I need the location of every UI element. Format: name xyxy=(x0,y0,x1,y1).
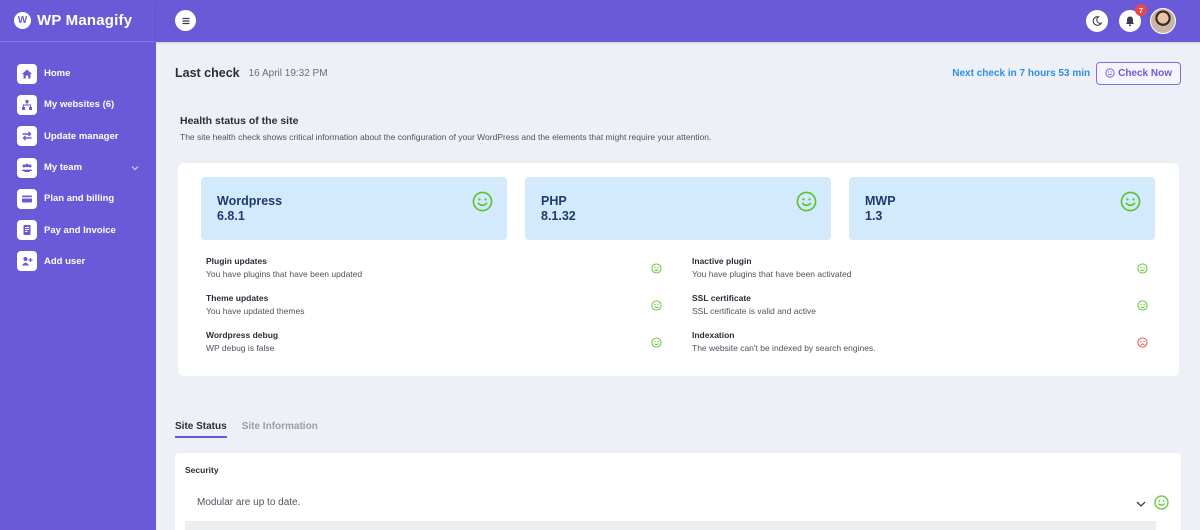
smile-good-icon xyxy=(1137,263,1148,274)
check-title: Inactive plugin xyxy=(692,256,752,266)
last-check-row: Last check 16 April 19:32 PM Next check … xyxy=(175,61,1181,85)
check-desc: You have plugins that have been activate… xyxy=(692,269,852,279)
sidebar-item-my-team[interactable]: My team xyxy=(0,152,156,183)
sidebar-item-label: My team xyxy=(44,162,83,174)
hamburger-icon xyxy=(182,17,189,24)
tile-mwp: MWP 1.3 xyxy=(849,177,1155,240)
tile-name: PHP xyxy=(541,194,567,208)
smile-good-icon xyxy=(796,191,817,212)
check-desc: The website can't be indexed by search e… xyxy=(692,343,876,353)
check-desc: You have plugins that have been updated xyxy=(206,269,363,279)
sidebar-item-add-user[interactable]: Add user xyxy=(0,246,156,277)
notifications-badge: 7 xyxy=(1135,4,1147,16)
smile-good-icon xyxy=(1120,191,1141,212)
last-check-title: Last check xyxy=(175,66,240,80)
last-check-date: 16 April 19:32 PM xyxy=(248,67,328,79)
topbar: 7 xyxy=(156,0,1200,42)
brand-name: WP Managify xyxy=(37,12,133,29)
smile-good-icon xyxy=(472,191,493,212)
check-title: Plugin updates xyxy=(206,256,267,266)
check-now-button[interactable]: Check Now xyxy=(1096,61,1181,85)
brand[interactable]: W WP Managify xyxy=(0,0,156,42)
brand-logo: W xyxy=(14,12,31,29)
smile-good-icon xyxy=(651,263,662,274)
tile-name: Wordpress xyxy=(217,194,283,208)
sidebar: W WP Managify Home My websites (6) Updat… xyxy=(0,0,156,530)
sitemap-icon xyxy=(17,94,37,115)
sidebar-item-pay-and-invoice[interactable]: Pay and Invoice xyxy=(0,214,156,245)
dark-mode-toggle-button[interactable] xyxy=(1086,10,1108,32)
site-status-card: Security Modular are up to date. xyxy=(175,453,1181,530)
tile-version: 1.3 xyxy=(865,209,883,223)
smile-good-icon xyxy=(1154,495,1169,510)
tile-wordpress: Wordpress 6.8.1 xyxy=(201,177,507,240)
section-title: Security xyxy=(185,465,219,475)
check-desc: SSL certificate is valid and active xyxy=(692,306,816,316)
sidebar-item-label: Update manager xyxy=(44,130,119,142)
tile-version: 8.1.32 xyxy=(541,209,576,223)
sidebar-item-label: Pay and Invoice xyxy=(44,224,116,236)
arrows-icon xyxy=(17,126,37,147)
bell-icon xyxy=(1126,16,1134,27)
check-desc: You have updated themes xyxy=(206,306,305,316)
check-title: Theme updates xyxy=(206,293,269,303)
smile-good-icon xyxy=(651,337,662,348)
avatar[interactable] xyxy=(1150,8,1176,34)
sidebar-item-label: Plan and billing xyxy=(44,193,115,205)
home-icon xyxy=(17,63,37,84)
tile-version: 6.8.1 xyxy=(217,209,245,223)
check-item-inactive-plugin: Inactive plugin You have plugins that ha… xyxy=(692,256,1148,282)
next-check-text: Next check in 7 hours 53 min xyxy=(952,67,1091,79)
smile-good-icon xyxy=(1137,300,1148,311)
chevron-down-icon[interactable] xyxy=(1135,498,1147,510)
status-tabs: Site Status Site Information xyxy=(175,421,333,438)
check-now-label: Check Now xyxy=(1118,67,1172,79)
tab-site-status[interactable]: Site Status xyxy=(175,421,227,438)
moon-icon xyxy=(1092,16,1103,26)
user-plus-icon xyxy=(17,251,37,272)
smile-good-icon xyxy=(651,300,662,311)
team-icon xyxy=(17,157,37,178)
accordion-row[interactable]: Modular are up to date. xyxy=(175,490,1181,516)
sidebar-item-my-websites[interactable]: My websites (6) xyxy=(0,89,156,120)
sidebar-item-label: Home xyxy=(44,68,71,80)
accordion-content-strip xyxy=(185,521,1156,530)
check-title: Wordpress debug xyxy=(206,330,279,340)
menu-toggle-button[interactable] xyxy=(175,10,196,31)
check-item-plugin-updates: Plugin updates You have plugins that hav… xyxy=(206,256,662,282)
sidebar-item-label: My websites (6) xyxy=(44,99,115,111)
sad-bad-icon xyxy=(1137,337,1148,348)
sidebar-item-home[interactable]: Home xyxy=(0,58,156,89)
check-desc: WP debug is false xyxy=(206,343,275,353)
card-icon xyxy=(17,188,37,209)
health-description: The site health check shows critical inf… xyxy=(180,132,712,142)
health-card: Wordpress 6.8.1 PHP 8.1.32 MWP 1.3 Plugi… xyxy=(178,163,1179,376)
check-item-theme-updates: Theme updates You have updated themes xyxy=(206,293,662,319)
chevron-down-icon[interactable] xyxy=(130,163,140,173)
accordion-row-text: Modular are up to date. xyxy=(197,497,301,508)
check-item-ssl-certificate: SSL certificate SSL certificate is valid… xyxy=(692,293,1148,319)
check-title: Indexation xyxy=(692,330,735,340)
notifications-button[interactable]: 7 xyxy=(1119,4,1147,32)
sidebar-item-label: Add user xyxy=(44,255,86,267)
tile-php: PHP 8.1.32 xyxy=(525,177,831,240)
invoice-icon xyxy=(17,220,37,241)
tab-site-information[interactable]: Site Information xyxy=(242,421,318,438)
smile-icon xyxy=(1105,68,1115,78)
health-title: Health status of the site xyxy=(180,115,299,127)
check-item-indexation: Indexation The website can't be indexed … xyxy=(692,330,1148,356)
check-title: SSL certificate xyxy=(692,293,751,303)
sidebar-item-update-manager[interactable]: Update manager xyxy=(0,121,156,152)
sidebar-item-plan-and-billing[interactable]: Plan and billing xyxy=(0,183,156,214)
tile-name: MWP xyxy=(865,194,896,208)
check-item-wordpress-debug: Wordpress debug WP debug is false xyxy=(206,330,662,356)
sidebar-nav: Home My websites (6) Update manager My t… xyxy=(0,42,156,277)
